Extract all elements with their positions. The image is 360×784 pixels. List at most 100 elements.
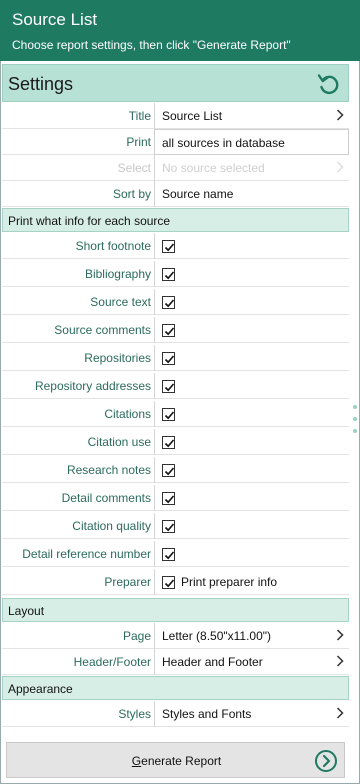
info-option-checkbox[interactable]: [162, 492, 175, 505]
title-selector[interactable]: Source List: [154, 103, 349, 129]
info-option-checkbox[interactable]: [162, 436, 175, 449]
page-row: Page Letter (8.50"x11.00"): [2, 623, 349, 649]
info-option-row: Repositories: [2, 345, 349, 371]
info-option-checkbox[interactable]: [162, 408, 175, 421]
checkmark-icon: [164, 327, 175, 336]
info-option-label: Short footnote: [75, 239, 151, 253]
info-option-cell: [154, 289, 349, 315]
chevron-right-icon: [336, 161, 344, 173]
checkmark-icon: [164, 271, 175, 280]
styles-value: Styles and Fonts: [162, 707, 252, 721]
chevron-right-icon: [336, 629, 344, 641]
preparer-label: Preparer: [104, 575, 151, 589]
info-option-row: Citation use: [2, 429, 349, 455]
info-option-label: Detail comments: [61, 491, 151, 505]
arrow-right-circle-icon: [315, 750, 337, 772]
resize-grip-dot[interactable]: [353, 417, 357, 421]
layout-section-heading: Layout: [8, 604, 45, 618]
settings-heading: Settings: [8, 74, 74, 94]
info-option-label: Source text: [90, 295, 151, 309]
checkmark-icon: [164, 383, 175, 392]
checkmark-icon: [164, 523, 175, 532]
page-selector[interactable]: Letter (8.50"x11.00"): [154, 623, 349, 649]
info-option-label: Citation quality: [72, 519, 151, 533]
info-option-row: Research notes: [2, 457, 349, 483]
header-footer-row: Header/Footer Header and Footer: [2, 649, 349, 675]
header-footer-selector[interactable]: Header and Footer: [154, 649, 349, 675]
info-option-cell: [154, 261, 349, 287]
info-option-row: Short footnote: [2, 233, 349, 259]
preparer-cell: Print preparer info: [154, 569, 349, 595]
styles-row: Styles Styles and Fonts: [2, 701, 349, 727]
sort-by-dropdown[interactable]: Source name: [154, 181, 349, 207]
info-option-row: Source comments: [2, 317, 349, 343]
select-source-selector: No source selected: [154, 155, 349, 181]
checkmark-icon: [164, 551, 175, 560]
checkmark-icon: [164, 439, 175, 448]
generate-report-button[interactable]: Generate Report: [6, 742, 345, 778]
appearance-section-header: Appearance: [2, 676, 349, 700]
info-option-checkbox[interactable]: [162, 352, 175, 365]
preparer-checkbox-label: Print preparer info: [181, 575, 278, 589]
info-option-cell: [154, 233, 349, 259]
info-option-label: Research notes: [66, 463, 151, 477]
info-option-cell: [154, 485, 349, 511]
info-option-checkbox[interactable]: [162, 464, 175, 477]
checkmark-icon: [164, 355, 175, 364]
info-option-cell: [154, 513, 349, 539]
generate-report-label: Generate Report: [131, 754, 222, 768]
info-option-cell: [154, 429, 349, 455]
info-section-header: Print what info for each source: [2, 208, 349, 232]
info-option-label: Repositories: [84, 351, 151, 365]
info-option-cell: [154, 541, 349, 567]
info-option-cell: [154, 401, 349, 427]
info-section-heading: Print what info for each source: [8, 214, 171, 228]
print-label: Print: [126, 135, 151, 149]
checkmark-icon: [164, 579, 175, 588]
checkmark-icon: [164, 299, 175, 308]
report-title: Source List: [12, 10, 98, 29]
resize-grip-dot[interactable]: [353, 405, 357, 409]
info-option-row: Bibliography: [2, 261, 349, 287]
info-option-row: Source text: [2, 289, 349, 315]
info-option-checkbox[interactable]: [162, 520, 175, 533]
checkmark-icon: [164, 495, 175, 504]
info-option-checkbox[interactable]: [162, 324, 175, 337]
preparer-row: Preparer Print preparer info: [2, 569, 349, 595]
info-option-cell: [154, 317, 349, 343]
print-dropdown[interactable]: all sources in database: [154, 129, 349, 155]
info-option-cell: [154, 457, 349, 483]
info-option-cell: [154, 373, 349, 399]
sort-by-row: Sort by Source name: [2, 181, 349, 207]
chevron-right-icon: [336, 109, 344, 121]
appearance-section-heading: Appearance: [8, 682, 73, 696]
preparer-checkbox[interactable]: [162, 576, 175, 589]
resize-grip-dot[interactable]: [353, 429, 357, 433]
report-header: Source List Choose report settings, then…: [0, 0, 360, 61]
info-option-label: Bibliography: [84, 267, 151, 281]
title-label: Title: [128, 109, 151, 123]
select-row: Select No source selected: [2, 155, 349, 181]
info-option-checkbox[interactable]: [162, 240, 175, 253]
checkmark-icon: [164, 243, 175, 252]
info-option-checkbox[interactable]: [162, 548, 175, 561]
info-option-label: Citations: [104, 407, 151, 421]
print-row: Print all sources in database: [2, 129, 349, 155]
info-option-row: Repository addresses: [2, 373, 349, 399]
info-option-label: Repository addresses: [34, 379, 151, 393]
settings-bar: Settings: [2, 64, 349, 102]
styles-selector[interactable]: Styles and Fonts: [154, 701, 349, 727]
info-option-checkbox[interactable]: [162, 268, 175, 281]
info-option-row: Detail comments: [2, 485, 349, 511]
reset-icon[interactable]: [316, 71, 342, 97]
info-option-checkbox[interactable]: [162, 296, 175, 309]
info-option-cell: [154, 345, 349, 371]
info-option-checkbox[interactable]: [162, 380, 175, 393]
print-value: all sources in database: [162, 136, 285, 150]
select-label: Select: [117, 161, 151, 175]
report-instructions: Choose report settings, then click "Gene…: [12, 38, 291, 52]
select-value: No source selected: [162, 161, 265, 175]
title-row: Title Source List: [2, 103, 349, 129]
info-option-label: Citation use: [87, 435, 151, 449]
header-footer-label: Header/Footer: [73, 655, 151, 669]
